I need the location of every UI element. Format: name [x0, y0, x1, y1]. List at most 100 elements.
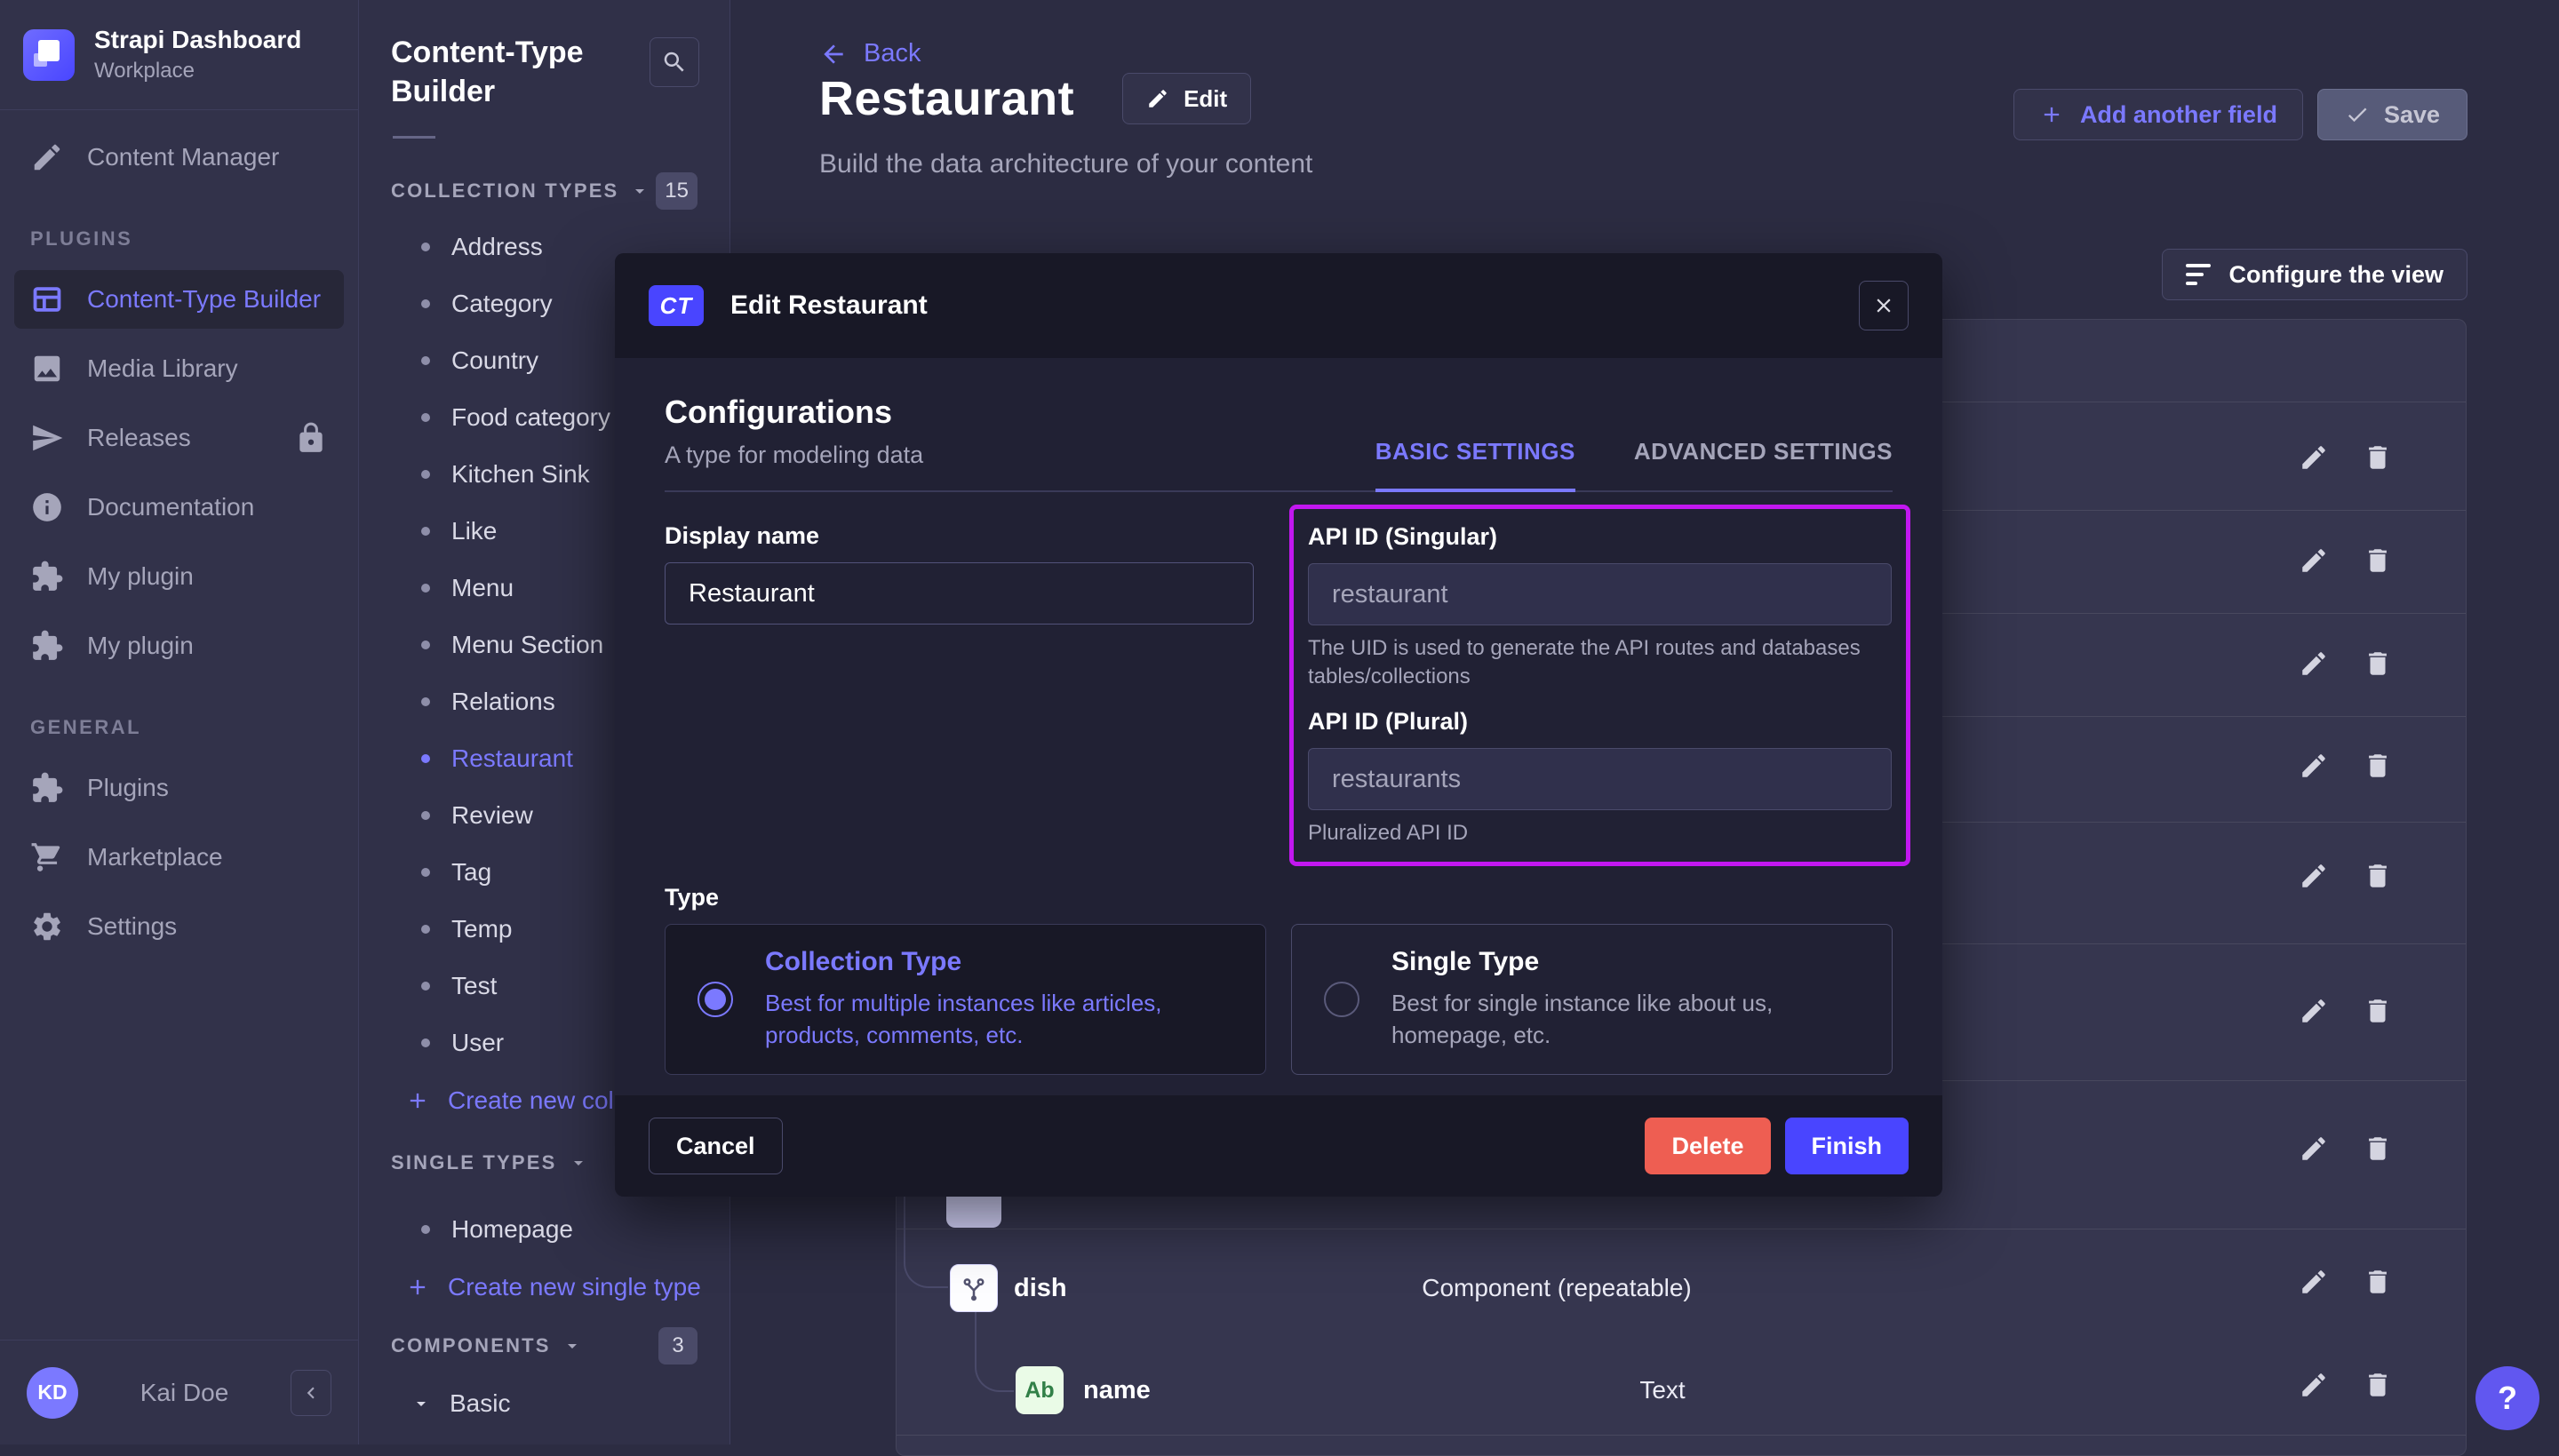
row-divider: [897, 1435, 2466, 1436]
save-button[interactable]: Save: [2317, 89, 2467, 140]
trash-icon[interactable]: [2363, 1370, 2393, 1400]
delete-button[interactable]: Delete: [1645, 1118, 1770, 1174]
tab-basic-settings[interactable]: BASIC SETTINGS: [1375, 438, 1575, 492]
settings-tabs: BASIC SETTINGS ADVANCED SETTINGS: [1375, 438, 1893, 490]
collection-type-label: Temp: [451, 915, 512, 943]
component-group-basic[interactable]: Basic: [359, 1375, 729, 1432]
modal-header: CT Edit Restaurant: [615, 253, 1942, 358]
configure-view-button[interactable]: Configure the view: [2162, 249, 2467, 300]
content-type-badge: CT: [649, 285, 704, 326]
single-type-title: Single Type: [1391, 947, 1892, 977]
collection-types-label: COLLECTION TYPES: [391, 179, 618, 203]
sidebar-item-my-plugin-2[interactable]: My plugin: [0, 611, 358, 680]
finish-button[interactable]: Finish: [1785, 1118, 1909, 1174]
pencil-icon[interactable]: [2299, 442, 2329, 473]
pencil-icon: [1146, 87, 1169, 110]
user-name: Kai Doe: [78, 1379, 291, 1407]
pencil-icon[interactable]: [2299, 648, 2329, 679]
trash-icon[interactable]: [2363, 861, 2393, 891]
edit-button[interactable]: Edit: [1122, 73, 1251, 124]
tree-connector: [975, 1310, 1014, 1392]
radio-unselected-icon[interactable]: [1324, 982, 1359, 1017]
type-cards: Collection Type Best for multiple instan…: [665, 924, 1893, 1075]
single-types-label: SINGLE TYPES: [391, 1151, 557, 1174]
pencil-icon[interactable]: [2299, 751, 2329, 781]
bullet-icon: [421, 527, 430, 536]
trash-icon[interactable]: [2363, 751, 2393, 781]
back-link[interactable]: Back: [819, 39, 921, 68]
trash-icon[interactable]: [2363, 1267, 2393, 1297]
pencil-icon[interactable]: [2299, 1267, 2329, 1297]
collection-type-label: Category: [451, 290, 553, 318]
check-icon: [2345, 102, 2370, 127]
bullet-icon: [421, 1038, 430, 1047]
trash-icon[interactable]: [2363, 648, 2393, 679]
search-button[interactable]: [650, 37, 699, 87]
page-subtitle: Build the data architecture of your cont…: [819, 149, 1312, 179]
cart-icon: [30, 840, 64, 874]
close-modal-button[interactable]: [1859, 281, 1909, 330]
collection-type-label: Test: [451, 972, 497, 1000]
app-title: Strapi Dashboard: [94, 26, 301, 54]
display-name-input[interactable]: [665, 562, 1254, 625]
modal-title: Edit Restaurant: [730, 290, 928, 321]
add-another-field-label: Add another field: [2080, 101, 2277, 129]
help-button[interactable]: ?: [2475, 1366, 2539, 1430]
collection-type-label: Like: [451, 517, 497, 545]
pencil-icon[interactable]: [2299, 545, 2329, 576]
sidebar-item-label: Content-Type Builder: [87, 285, 321, 314]
strapi-app: Strapi Dashboard Workplace Content Manag…: [0, 0, 2559, 1444]
radio-selected-icon[interactable]: [698, 982, 733, 1017]
sidebar-item-content-manager[interactable]: Content Manager: [0, 123, 358, 192]
pencil-icon[interactable]: [2299, 1134, 2329, 1164]
collection-type-label: Kitchen Sink: [451, 460, 590, 489]
sidebar-item-settings[interactable]: Settings: [0, 892, 358, 961]
single-type-label: Homepage: [451, 1215, 573, 1244]
trash-icon[interactable]: [2363, 545, 2393, 576]
sidebar-item-label: My plugin: [87, 632, 194, 660]
collection-type-label: Food category: [451, 403, 610, 432]
collection-type-label: User: [451, 1029, 504, 1057]
layout-grid-icon: [30, 282, 64, 316]
add-another-field-button[interactable]: Add another field: [2013, 89, 2303, 140]
tab-advanced-settings[interactable]: ADVANCED SETTINGS: [1634, 438, 1893, 490]
sidebar-item-marketplace[interactable]: Marketplace: [0, 823, 358, 892]
collection-types-header[interactable]: COLLECTION TYPES 15: [359, 171, 729, 211]
bullet-icon: [421, 925, 430, 934]
display-name-field: Display name: [665, 522, 1254, 866]
sidebar-item-releases[interactable]: Releases: [0, 403, 358, 473]
sidebar-item-documentation[interactable]: Documentation: [0, 473, 358, 542]
sidebar-item-plugins[interactable]: Plugins: [0, 753, 358, 823]
cancel-button[interactable]: Cancel: [649, 1118, 783, 1174]
strapi-logo: [23, 29, 75, 81]
sidebar-item-my-plugin-1[interactable]: My plugin: [0, 542, 358, 611]
collection-type-card[interactable]: Collection Type Best for multiple instan…: [665, 924, 1266, 1075]
chevron-down-icon: [411, 1393, 432, 1414]
ctb-sidebar-title: Content-Type Builder: [359, 34, 617, 111]
trash-icon[interactable]: [2363, 996, 2393, 1026]
api-id-singular-help: The UID is used to generate the API rout…: [1308, 634, 1892, 690]
page-title-row: Restaurant Edit: [819, 71, 1251, 126]
collection-type-label: Menu Section: [451, 631, 603, 659]
collapse-sidebar-button[interactable]: [291, 1370, 331, 1416]
puzzle-icon: [30, 629, 64, 663]
modal-footer: Cancel Delete Finish: [615, 1095, 1942, 1197]
pencil-icon[interactable]: [2299, 861, 2329, 891]
sidebar-item-homepage[interactable]: Homepage: [359, 1201, 729, 1258]
trash-icon[interactable]: [2363, 442, 2393, 473]
pencil-icon[interactable]: [2299, 1370, 2329, 1400]
component-group-label: Basic: [450, 1389, 510, 1418]
filter-lines-icon: [2186, 264, 2211, 285]
create-single-type-link[interactable]: Create new single type: [359, 1258, 729, 1317]
trash-icon[interactable]: [2363, 1134, 2393, 1164]
pencil-icon[interactable]: [2299, 996, 2329, 1026]
avatar[interactable]: KD: [27, 1367, 78, 1419]
info-icon: [30, 490, 64, 524]
sidebar-item-media-library[interactable]: Media Library: [0, 334, 358, 403]
sidebar-item-content-type-builder[interactable]: Content-Type Builder: [14, 270, 344, 329]
single-type-card[interactable]: Single Type Best for single instance lik…: [1291, 924, 1893, 1075]
components-label: COMPONENTS: [391, 1334, 551, 1357]
type-label: Type: [665, 884, 1893, 911]
components-header[interactable]: COMPONENTS 3: [359, 1325, 729, 1366]
main-nav: Content Manager PLUGINS Content-Type Bui…: [0, 110, 358, 961]
